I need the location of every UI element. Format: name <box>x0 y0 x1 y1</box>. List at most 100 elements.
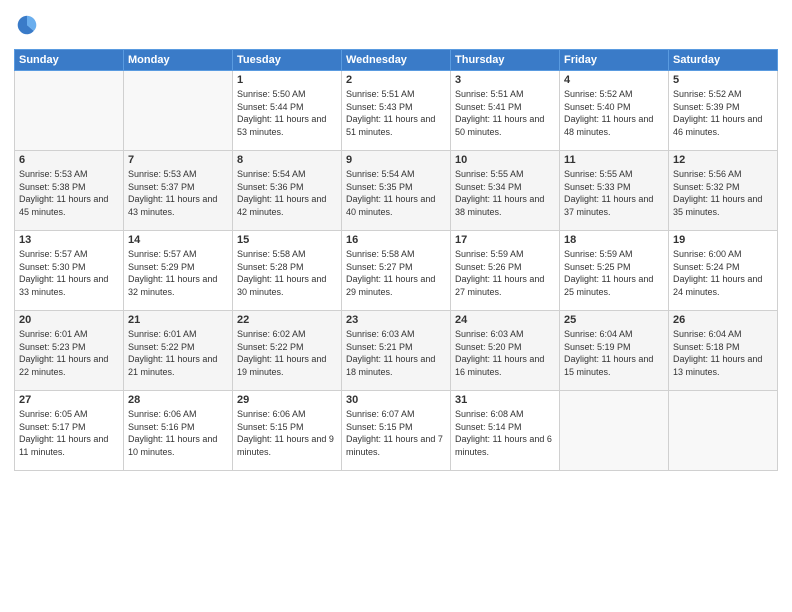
day-number: 31 <box>455 394 555 406</box>
day-info: Sunrise: 5:53 AMSunset: 5:38 PMDaylight:… <box>19 168 119 218</box>
calendar-day-cell: 29 Sunrise: 6:06 AMSunset: 5:15 PMDayligh… <box>233 391 342 471</box>
calendar-day-cell <box>124 71 233 151</box>
calendar-week-row: 27Sunrise: 6:05 AMSunset: 5:17 PMDayligh… <box>15 391 778 471</box>
weekday-header-saturday: Saturday <box>669 50 778 71</box>
calendar-table: SundayMondayTuesdayWednesdayThursdayFrid… <box>14 49 778 471</box>
day-number: 30 <box>346 394 446 406</box>
day-number: 25 <box>564 314 664 326</box>
weekday-header-monday: Monday <box>124 50 233 71</box>
day-number: 28 <box>128 394 228 406</box>
calendar-day-cell: 5 Sunrise: 5:52 AMSunset: 5:39 PMDaylight… <box>669 71 778 151</box>
calendar-day-cell <box>560 391 669 471</box>
logo-icon <box>16 14 38 36</box>
day-info: Sunrise: 5:51 AMSunset: 5:43 PMDaylight:… <box>346 88 446 138</box>
calendar-day-cell: 24 Sunrise: 6:03 AMSunset: 5:20 PMDayligh… <box>451 311 560 391</box>
day-info: Sunrise: 6:04 AMSunset: 5:19 PMDaylight:… <box>564 328 664 378</box>
day-number: 3 <box>455 74 555 86</box>
day-number: 23 <box>346 314 446 326</box>
day-number: 8 <box>237 154 337 166</box>
calendar-day-cell: 31 Sunrise: 6:08 AMSunset: 5:14 PMDayligh… <box>451 391 560 471</box>
day-number: 5 <box>673 74 773 86</box>
day-number: 24 <box>455 314 555 326</box>
calendar-day-cell: 27Sunrise: 6:05 AMSunset: 5:17 PMDayligh… <box>15 391 124 471</box>
weekday-header-friday: Friday <box>560 50 669 71</box>
weekday-header-thursday: Thursday <box>451 50 560 71</box>
day-info: Sunrise: 5:54 AMSunset: 5:36 PMDaylight:… <box>237 168 337 218</box>
day-number: 20 <box>19 314 119 326</box>
day-info: Sunrise: 6:08 AMSunset: 5:14 PMDaylight:… <box>455 408 555 458</box>
day-info: Sunrise: 5:59 AMSunset: 5:26 PMDaylight:… <box>455 248 555 298</box>
calendar-day-cell: 3 Sunrise: 5:51 AMSunset: 5:41 PMDaylight… <box>451 71 560 151</box>
day-number: 7 <box>128 154 228 166</box>
page: SundayMondayTuesdayWednesdayThursdayFrid… <box>0 0 792 612</box>
day-number: 22 <box>237 314 337 326</box>
day-info: Sunrise: 5:57 AMSunset: 5:29 PMDaylight:… <box>128 248 228 298</box>
day-number: 1 <box>237 74 337 86</box>
calendar-day-cell: 22 Sunrise: 6:02 AMSunset: 5:22 PMDayligh… <box>233 311 342 391</box>
day-info: Sunrise: 6:03 AMSunset: 5:20 PMDaylight:… <box>455 328 555 378</box>
calendar-day-cell: 16 Sunrise: 5:58 AMSunset: 5:27 PMDayligh… <box>342 231 451 311</box>
calendar-day-cell: 28 Sunrise: 6:06 AMSunset: 5:16 PMDayligh… <box>124 391 233 471</box>
day-info: Sunrise: 5:50 AMSunset: 5:44 PMDaylight:… <box>237 88 337 138</box>
day-info: Sunrise: 6:06 AMSunset: 5:16 PMDaylight:… <box>128 408 228 458</box>
day-info: Sunrise: 6:02 AMSunset: 5:22 PMDaylight:… <box>237 328 337 378</box>
header <box>14 10 778 41</box>
weekday-header-sunday: Sunday <box>15 50 124 71</box>
day-number: 12 <box>673 154 773 166</box>
day-info: Sunrise: 5:58 AMSunset: 5:28 PMDaylight:… <box>237 248 337 298</box>
day-number: 14 <box>128 234 228 246</box>
calendar-day-cell: 10Sunrise: 5:55 AMSunset: 5:34 PMDayligh… <box>451 151 560 231</box>
day-number: 9 <box>346 154 446 166</box>
day-number: 15 <box>237 234 337 246</box>
day-info: Sunrise: 5:57 AMSunset: 5:30 PMDaylight:… <box>19 248 119 298</box>
calendar-day-cell: 12 Sunrise: 5:56 AMSunset: 5:32 PMDayligh… <box>669 151 778 231</box>
calendar-day-cell: 23Sunrise: 6:03 AMSunset: 5:21 PMDayligh… <box>342 311 451 391</box>
day-number: 18 <box>564 234 664 246</box>
calendar-day-cell: 8 Sunrise: 5:54 AMSunset: 5:36 PMDaylight… <box>233 151 342 231</box>
calendar-week-row: 6Sunrise: 5:53 AMSunset: 5:38 PMDaylight… <box>15 151 778 231</box>
calendar-day-cell: 9 Sunrise: 5:54 AMSunset: 5:35 PMDaylight… <box>342 151 451 231</box>
day-info: Sunrise: 5:51 AMSunset: 5:41 PMDaylight:… <box>455 88 555 138</box>
calendar-day-cell: 26Sunrise: 6:04 AMSunset: 5:18 PMDayligh… <box>669 311 778 391</box>
day-info: Sunrise: 5:58 AMSunset: 5:27 PMDaylight:… <box>346 248 446 298</box>
calendar-day-cell: 15 Sunrise: 5:58 AMSunset: 5:28 PMDayligh… <box>233 231 342 311</box>
day-number: 19 <box>673 234 773 246</box>
day-info: Sunrise: 6:06 AMSunset: 5:15 PMDaylight:… <box>237 408 337 458</box>
calendar-day-cell: 13 Sunrise: 5:57 AMSunset: 5:30 PMDayligh… <box>15 231 124 311</box>
day-number: 13 <box>19 234 119 246</box>
day-number: 29 <box>237 394 337 406</box>
day-number: 2 <box>346 74 446 86</box>
day-info: Sunrise: 5:55 AMSunset: 5:33 PMDaylight:… <box>564 168 664 218</box>
day-number: 27 <box>19 394 119 406</box>
weekday-header-row: SundayMondayTuesdayWednesdayThursdayFrid… <box>15 50 778 71</box>
calendar-day-cell: 7 Sunrise: 5:53 AMSunset: 5:37 PMDaylight… <box>124 151 233 231</box>
calendar-day-cell: 17 Sunrise: 5:59 AMSunset: 5:26 PMDayligh… <box>451 231 560 311</box>
day-number: 16 <box>346 234 446 246</box>
day-info: Sunrise: 5:56 AMSunset: 5:32 PMDaylight:… <box>673 168 773 218</box>
calendar-day-cell: 4 Sunrise: 5:52 AMSunset: 5:40 PMDaylight… <box>560 71 669 151</box>
calendar-day-cell: 6Sunrise: 5:53 AMSunset: 5:38 PMDaylight… <box>15 151 124 231</box>
calendar-week-row: 20Sunrise: 6:01 AMSunset: 5:23 PMDayligh… <box>15 311 778 391</box>
calendar-day-cell <box>669 391 778 471</box>
day-number: 26 <box>673 314 773 326</box>
calendar-week-row: 1 Sunrise: 5:50 AMSunset: 5:44 PMDaylight… <box>15 71 778 151</box>
calendar-day-cell: 20Sunrise: 6:01 AMSunset: 5:23 PMDayligh… <box>15 311 124 391</box>
day-number: 10 <box>455 154 555 166</box>
day-info: Sunrise: 5:53 AMSunset: 5:37 PMDaylight:… <box>128 168 228 218</box>
day-info: Sunrise: 5:54 AMSunset: 5:35 PMDaylight:… <box>346 168 446 218</box>
day-number: 21 <box>128 314 228 326</box>
day-info: Sunrise: 5:52 AMSunset: 5:40 PMDaylight:… <box>564 88 664 138</box>
logo <box>14 14 38 41</box>
day-info: Sunrise: 6:00 AMSunset: 5:24 PMDaylight:… <box>673 248 773 298</box>
day-number: 17 <box>455 234 555 246</box>
day-number: 4 <box>564 74 664 86</box>
day-info: Sunrise: 5:52 AMSunset: 5:39 PMDaylight:… <box>673 88 773 138</box>
calendar-day-cell: 21 Sunrise: 6:01 AMSunset: 5:22 PMDayligh… <box>124 311 233 391</box>
calendar-day-cell: 30Sunrise: 6:07 AMSunset: 5:15 PMDayligh… <box>342 391 451 471</box>
calendar-day-cell: 11 Sunrise: 5:55 AMSunset: 5:33 PMDayligh… <box>560 151 669 231</box>
weekday-header-wednesday: Wednesday <box>342 50 451 71</box>
day-number: 11 <box>564 154 664 166</box>
day-info: Sunrise: 6:01 AMSunset: 5:22 PMDaylight:… <box>128 328 228 378</box>
calendar-day-cell: 18Sunrise: 5:59 AMSunset: 5:25 PMDayligh… <box>560 231 669 311</box>
calendar-day-cell: 25 Sunrise: 6:04 AMSunset: 5:19 PMDayligh… <box>560 311 669 391</box>
